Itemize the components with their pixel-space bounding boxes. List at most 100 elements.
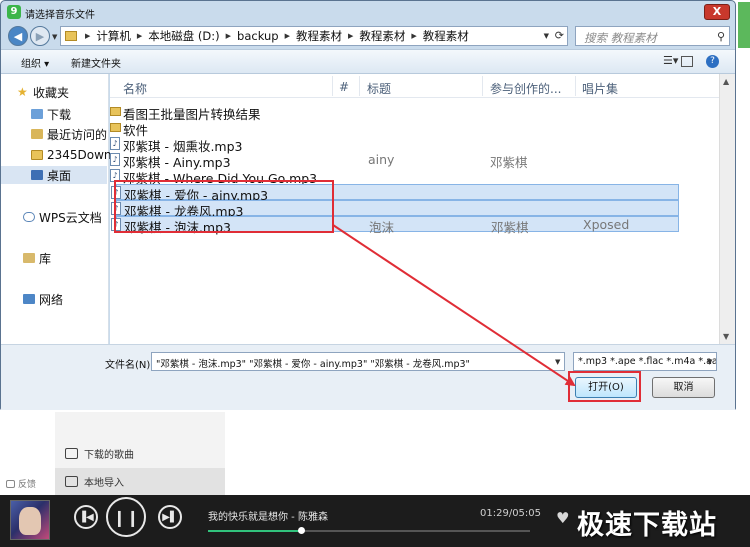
file-title: 泡沫	[369, 220, 395, 235]
previous-track-button[interactable]: ▐◀	[74, 505, 98, 529]
audio-file-icon: ♪	[110, 153, 120, 166]
breadcrumb-computer[interactable]: 计算机	[94, 28, 133, 44]
navigation-bar: ◀ ▶ ▼ ▶ 计算机 ▶ 本地磁盘 (D:) ▶ backup ▶ 教程素材 …	[1, 23, 735, 49]
sidebar-item-label: WPS云文档	[39, 210, 102, 225]
scroll-down-icon[interactable]: ▼	[723, 332, 729, 341]
sidebar-item-favorites[interactable]: ★ 收藏夹	[17, 83, 69, 101]
back-button[interactable]: ◀	[8, 26, 28, 46]
folder-icon	[110, 123, 121, 132]
column-number[interactable]: #	[339, 80, 349, 94]
next-icon: ▶▌	[162, 511, 178, 523]
filename-dropdown-icon[interactable]: ▼	[555, 358, 560, 366]
sidebar-item-network[interactable]: 网络	[23, 290, 63, 308]
feedback-icon	[6, 479, 15, 488]
dialog-title: 请选择音乐文件	[25, 10, 95, 21]
forward-arrow-icon: ▶	[35, 29, 45, 43]
selection-highlight-box	[114, 180, 334, 233]
album-cover[interactable]	[10, 500, 50, 540]
background-app-green-tab	[738, 2, 750, 48]
star-icon: ★	[17, 85, 28, 99]
chevron-right-icon[interactable]: ▶	[133, 32, 146, 40]
network-icon	[23, 294, 35, 304]
folder-icon	[65, 31, 77, 41]
feedback-link[interactable]: 反馈	[6, 477, 36, 490]
sidebar-item-2345down[interactable]: 2345Down	[31, 146, 112, 164]
cloud-icon	[23, 212, 35, 222]
sidebar-item-libraries[interactable]: 库	[23, 249, 51, 267]
chevron-right-icon[interactable]: ▶	[407, 32, 420, 40]
sidebar-item-desktop[interactable]: 桌面	[1, 166, 107, 184]
forward-button[interactable]: ▶	[30, 26, 50, 46]
filename-input[interactable]: "邓紫棋 - 泡沫.mp3" "邓紫棋 - 爱你 - ainy.mp3" "邓紫…	[151, 352, 565, 371]
list-item[interactable]: 看图王批量图片转换结果	[110, 104, 678, 122]
navigation-pane: ★ 收藏夹 下载 最近访问的 2345Down 桌面 WPS云文档 库 网络	[1, 74, 112, 344]
back-arrow-icon: ◀	[13, 29, 23, 43]
folder-icon	[110, 107, 121, 116]
sidebar-item-wps-cloud[interactable]: WPS云文档	[23, 208, 102, 226]
list-item[interactable]: ♪ 邓紫琪 - 烟熏妆.mp3	[110, 136, 678, 154]
filetype-dropdown-icon[interactable]: ▼	[707, 358, 712, 366]
chevron-right-icon[interactable]: ▶	[222, 32, 235, 40]
menu-item-label: 下载的歌曲	[84, 450, 134, 461]
heart-icon[interactable]: ♥	[556, 509, 569, 527]
view-options-icon[interactable]: ☰▾	[663, 54, 678, 67]
toolbar: 组织 ▾ 新建文件夹 ☰▾ ?	[1, 49, 735, 74]
progress-fill	[208, 530, 302, 532]
file-open-dialog: 9 请选择音乐文件 X ◀ ▶ ▼ ▶ 计算机 ▶ 本地磁盘 (D:) ▶ ba…	[0, 0, 736, 410]
sidebar-item-label: 桌面	[47, 168, 72, 183]
vertical-scrollbar[interactable]: ▲ ▼	[719, 74, 735, 344]
address-dropdown-icon[interactable]: ▼	[544, 32, 549, 40]
menu-item-downloaded-songs[interactable]: 下载的歌曲	[55, 440, 225, 467]
filetype-select[interactable]: *.mp3 *.ape *.flac *.m4a *.aa	[573, 352, 717, 371]
column-album[interactable]: 唱片集	[582, 80, 618, 97]
progress-track[interactable]	[208, 527, 530, 534]
breadcrumb-local-disk[interactable]: 本地磁盘 (D:)	[146, 28, 221, 44]
pause-button[interactable]: ❙❙	[106, 497, 146, 537]
scroll-up-icon[interactable]: ▲	[723, 77, 729, 86]
now-playing-title: 我的快乐就是想你 - 陈雅森	[208, 512, 328, 523]
chevron-right-icon[interactable]: ▶	[281, 32, 294, 40]
file-title: ainy	[368, 152, 395, 167]
search-box[interactable]: 搜索 教程素材 ⚲	[575, 26, 730, 46]
progress-knob[interactable]	[298, 527, 306, 534]
app-icon: 9	[7, 5, 21, 19]
menu-item-local-import[interactable]: 本地导入	[55, 468, 225, 495]
search-icon[interactable]: ⚲	[717, 30, 725, 43]
download-folder-icon	[31, 109, 43, 119]
breadcrumb-tutorial-2[interactable]: 教程素材	[357, 28, 407, 44]
breadcrumb-tutorial-3[interactable]: 教程素材	[421, 28, 471, 44]
address-bar[interactable]: ▶ 计算机 ▶ 本地磁盘 (D:) ▶ backup ▶ 教程素材 ▶ 教程素材…	[60, 26, 568, 46]
recent-places-icon	[31, 129, 43, 139]
breadcrumb-backup[interactable]: backup	[235, 29, 281, 43]
sidebar-item-label: 收藏夹	[33, 85, 70, 100]
column-contributing-artists[interactable]: 参与创作的...	[490, 80, 561, 97]
next-track-button[interactable]: ▶▌	[158, 505, 182, 529]
column-name[interactable]: 名称	[123, 80, 147, 97]
close-button[interactable]: X	[704, 4, 730, 20]
sidebar-item-label: 库	[39, 251, 52, 266]
title-bar[interactable]: 9 请选择音乐文件 X	[1, 1, 735, 23]
new-folder-button[interactable]: 新建文件夹	[71, 55, 121, 70]
organize-button[interactable]: 组织 ▾	[21, 55, 49, 70]
playback-time: 01:29/05:05	[480, 508, 542, 519]
list-item[interactable]: 软件	[110, 120, 678, 138]
column-title[interactable]: 标题	[367, 80, 391, 97]
sidebar-item-recent[interactable]: 最近访问的	[31, 125, 107, 143]
list-item[interactable]: ♪ 邓紫棋 - Ainy.mp3 ainy 邓紫棋	[110, 152, 678, 170]
column-headers: 名称 # 标题 参与创作的... 唱片集	[110, 74, 735, 98]
refresh-icon[interactable]: ⟳	[555, 29, 564, 42]
preview-pane-icon[interactable]	[681, 56, 693, 67]
help-icon[interactable]: ?	[706, 55, 719, 68]
recent-locations-dropdown[interactable]: ▼	[52, 33, 57, 41]
cancel-button[interactable]: 取消	[652, 377, 715, 398]
chevron-right-icon[interactable]: ▶	[81, 32, 94, 40]
sidebar-item-downloads[interactable]: 下载	[31, 105, 71, 123]
chevron-right-icon[interactable]: ▶	[344, 32, 357, 40]
sidebar-item-label: 2345Down	[47, 148, 112, 162]
music-player-bar: ▐◀ ❙❙ ▶▌ 我的快乐就是想你 - 陈雅森 01:29/05:05 ♥ 极速…	[0, 495, 750, 547]
open-button-highlight-box	[568, 371, 641, 402]
file-album: Xposed	[583, 217, 630, 232]
folder-icon	[31, 150, 43, 160]
breadcrumb-tutorial-1[interactable]: 教程素材	[294, 28, 344, 44]
monitor-icon	[65, 476, 78, 487]
